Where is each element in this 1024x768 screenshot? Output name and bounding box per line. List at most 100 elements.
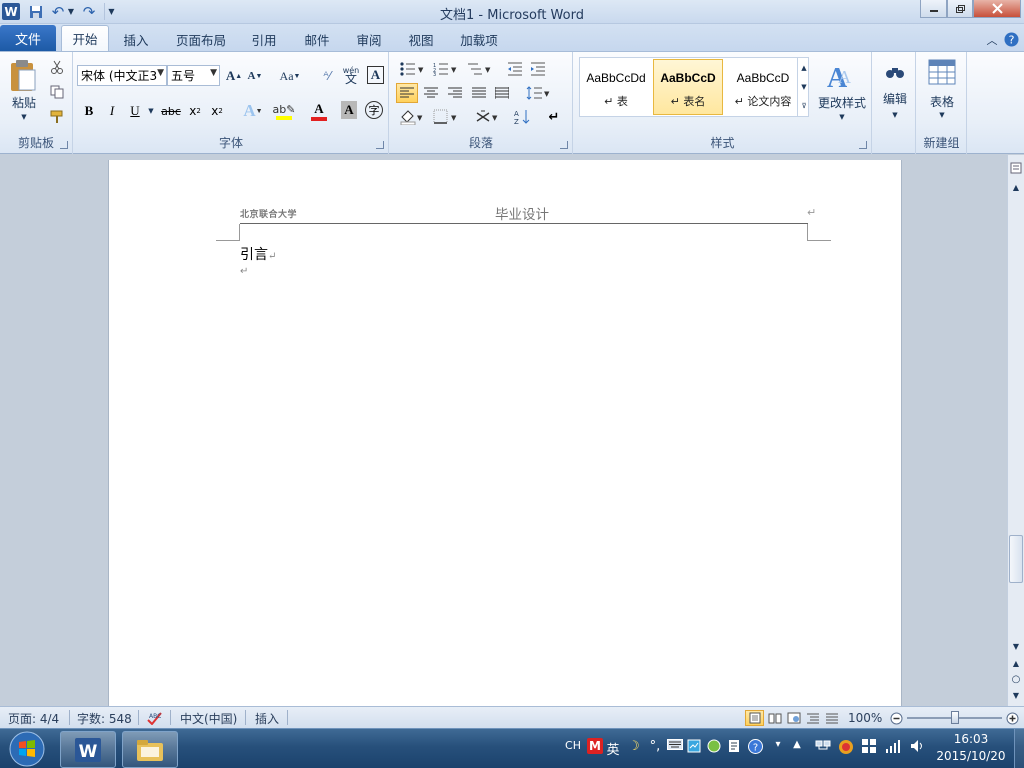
editing-dropdown-icon[interactable]: ▼	[889, 110, 901, 120]
paste-dropdown-icon[interactable]: ▼	[18, 112, 30, 122]
sort-icon[interactable]: AZ	[512, 107, 534, 127]
gallery-more-icon[interactable]: ⊽	[801, 102, 806, 110]
language-indicator[interactable]: 中文(中国)	[180, 710, 237, 726]
taskbar-explorer-button[interactable]	[122, 731, 178, 768]
tray-tool-icon-3[interactable]	[726, 739, 742, 753]
previous-page-icon[interactable]: ▲	[1009, 656, 1023, 670]
character-shading-icon[interactable]: A	[341, 101, 357, 119]
help-icon[interactable]: ?	[1002, 28, 1020, 51]
scroll-down-icon[interactable]: ▼	[1009, 640, 1023, 652]
text-effects-icon[interactable]: A ▼	[240, 100, 266, 122]
justify-icon[interactable]	[468, 83, 490, 103]
windows-flag-icon[interactable]	[860, 739, 878, 753]
tab-page-layout[interactable]: 页面布局	[168, 28, 234, 51]
body-heading[interactable]: 引言↵	[240, 244, 276, 264]
close-button[interactable]	[973, 0, 1021, 18]
volume-icon[interactable]	[909, 739, 925, 753]
clock-date[interactable]: 2015/10/20	[930, 749, 1012, 765]
find-binoculars-icon[interactable]	[881, 58, 909, 86]
subscript-icon[interactable]: x2	[186, 101, 204, 121]
underline-icon[interactable]: U	[126, 101, 144, 121]
highlight-icon[interactable]: ab✎	[270, 100, 298, 122]
ruler-toggle-icon[interactable]	[1009, 161, 1023, 175]
change-case-icon[interactable]: Aa ▼	[277, 66, 303, 86]
font-size-dropdown-icon[interactable]: ▼	[210, 68, 217, 78]
tab-mailings[interactable]: 邮件	[297, 28, 337, 51]
draft-view-icon[interactable]	[823, 710, 841, 726]
proofing-icon[interactable]: ABC	[147, 710, 165, 726]
web-layout-icon[interactable]	[785, 710, 803, 726]
show-marks-icon[interactable]: ↵	[545, 107, 563, 127]
tab-references[interactable]: 引用	[245, 28, 283, 51]
style-gallery-scroll[interactable]: ▲ ▼ ⊽	[797, 58, 810, 116]
format-painter-icon[interactable]	[48, 108, 66, 126]
ime-logo-icon[interactable]: M	[587, 738, 603, 754]
font-name-combo[interactable]: 宋体 (中文正3 ▼	[77, 65, 167, 86]
tab-file[interactable]: 文件	[0, 25, 56, 51]
moon-icon[interactable]: ☽	[626, 739, 642, 754]
style-biao[interactable]: AaBbCcDd ↵ 表	[581, 59, 651, 115]
insert-mode[interactable]: 插入	[255, 710, 279, 726]
cut-icon[interactable]	[48, 58, 66, 76]
zoom-level[interactable]: 100%	[848, 710, 882, 726]
document-page[interactable]: 北京联合大学 毕业设计 ↵ 引言↵ ↵	[108, 160, 902, 706]
character-border-icon[interactable]: A	[367, 66, 384, 84]
grow-font-icon[interactable]: A ▲	[225, 66, 243, 86]
keyboard-icon[interactable]	[666, 739, 684, 750]
network-share-icon[interactable]	[814, 739, 832, 753]
tray-help-icon[interactable]: ?	[747, 739, 763, 754]
strikethrough-icon[interactable]: abc	[160, 101, 182, 121]
superscript-icon[interactable]: x2	[208, 101, 226, 121]
style-lunwen[interactable]: AaBbCcD ↵ 论文内容	[725, 59, 801, 115]
borders-icon[interactable]: ▼	[430, 107, 460, 127]
zoom-in-icon[interactable]	[1005, 710, 1020, 726]
shading-icon[interactable]: ▼	[396, 107, 426, 127]
tab-view[interactable]: 视图	[401, 28, 441, 51]
line-spacing-icon[interactable]: ▼	[523, 83, 553, 103]
minimize-ribbon-icon[interactable]: ︿	[984, 28, 1000, 51]
outline-view-icon[interactable]	[804, 710, 822, 726]
scroll-up-icon[interactable]: ▲	[1009, 181, 1023, 193]
tray-settings-icon[interactable]: ▾	[771, 739, 785, 750]
tray-tool-icon-1[interactable]	[686, 739, 702, 753]
distributed-icon[interactable]	[491, 83, 513, 103]
punctuation-icon[interactable]: °,	[648, 739, 662, 754]
tab-home[interactable]: 开始	[61, 25, 109, 51]
clipboard-launcher-icon[interactable]	[60, 141, 68, 149]
table-label[interactable]: 表格	[921, 93, 963, 109]
vertical-scrollbar[interactable]: ▲ ▼ ▲ ○ ▼	[1007, 155, 1024, 706]
editing-label[interactable]: 编辑	[875, 90, 915, 106]
restore-button[interactable]	[947, 0, 973, 18]
font-name-dropdown-icon[interactable]: ▼	[157, 68, 164, 78]
font-size-combo[interactable]: 五号 ▼	[167, 65, 220, 86]
increase-indent-icon[interactable]	[528, 60, 548, 78]
align-right-icon[interactable]	[444, 83, 466, 103]
enclose-characters-icon[interactable]: 字	[365, 101, 383, 119]
gallery-up-icon[interactable]: ▲	[801, 64, 806, 72]
scroll-thumb[interactable]	[1009, 535, 1023, 583]
full-screen-reading-icon[interactable]	[766, 710, 784, 726]
print-layout-view-icon[interactable]	[745, 710, 764, 726]
clock-time[interactable]: 16:03	[930, 732, 1012, 748]
security-icon[interactable]	[837, 739, 855, 755]
numbering-icon[interactable]: 1 2 3 ▼	[430, 60, 460, 78]
paste-label[interactable]: 粘贴	[4, 94, 44, 110]
asian-layout-icon[interactable]: ▼	[472, 107, 502, 127]
taskbar-word-button[interactable]: W	[60, 731, 116, 768]
font-color-icon[interactable]: A	[306, 100, 332, 122]
copy-icon[interactable]	[48, 83, 66, 101]
styles-launcher-icon[interactable]	[859, 141, 867, 149]
ime-language[interactable]: 英	[605, 739, 621, 758]
next-page-icon[interactable]: ▼	[1009, 688, 1023, 702]
change-styles-dropdown-icon[interactable]: ▼	[836, 112, 848, 122]
zoom-out-icon[interactable]	[889, 710, 904, 726]
tray-expand-icon[interactable]: ▲	[790, 739, 804, 750]
browse-object-icon[interactable]: ○	[1009, 672, 1023, 686]
multilevel-list-icon[interactable]: ▼	[464, 60, 494, 78]
italic-icon[interactable]: I	[103, 101, 121, 121]
tab-review[interactable]: 审阅	[349, 28, 389, 51]
underline-dropdown-icon[interactable]: ▼	[146, 103, 156, 119]
page-count[interactable]: 页面: 4/4	[8, 710, 59, 726]
show-desktop-button[interactable]	[1014, 729, 1024, 768]
table-icon[interactable]	[927, 58, 957, 86]
